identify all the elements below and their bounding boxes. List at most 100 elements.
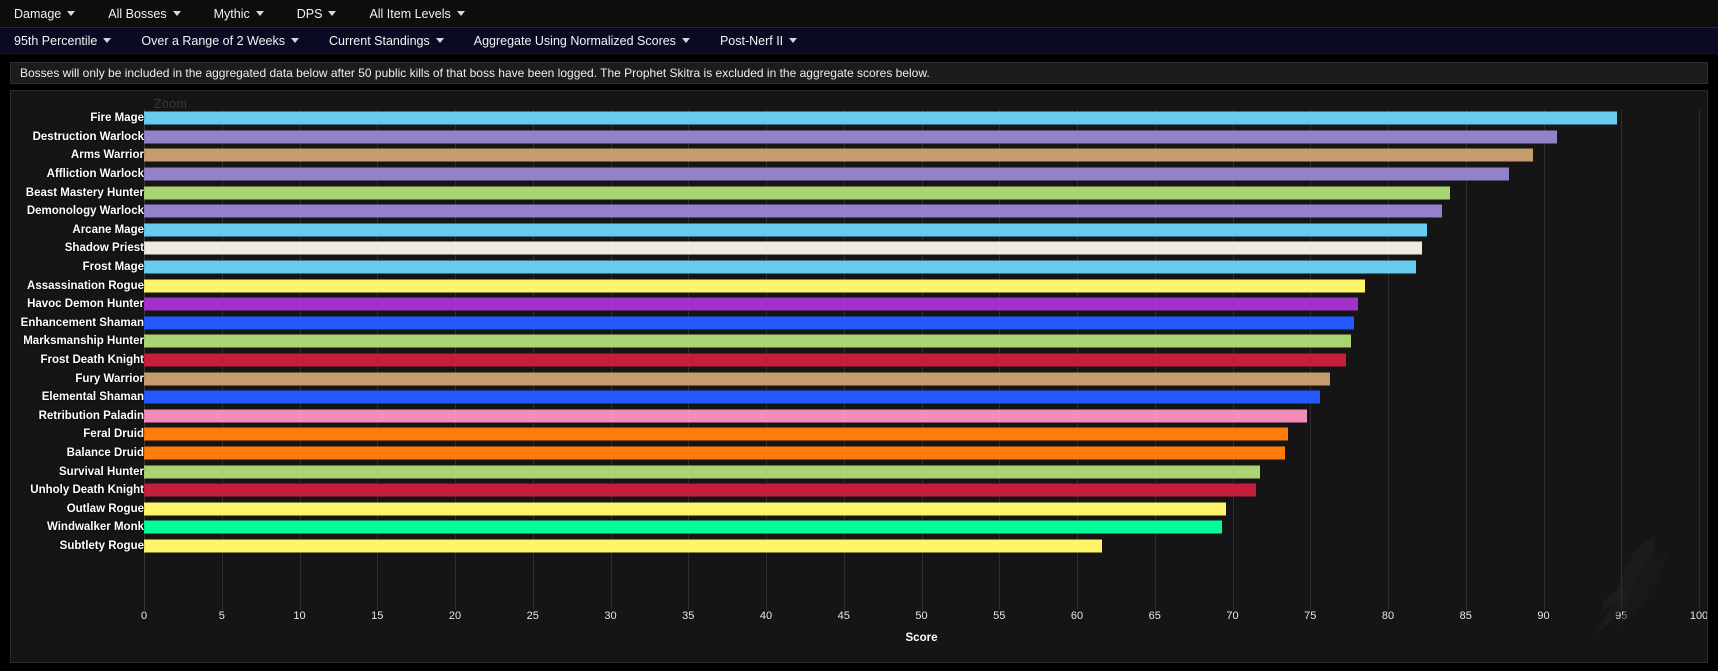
bar[interactable]	[144, 241, 1423, 255]
spec-label[interactable]: Fire Mage	[11, 112, 144, 124]
spec-label[interactable]: Havoc Demon Hunter	[11, 298, 144, 310]
spec-label[interactable]: Enhancement Shaman	[11, 317, 144, 329]
bar[interactable]	[144, 260, 1416, 274]
x-tick-label: 85	[1459, 610, 1472, 622]
bar[interactable]	[144, 334, 1351, 348]
spec-label[interactable]: Unholy Death Knight	[11, 484, 144, 496]
chart-row[interactable]: Frost Death Knight	[11, 351, 1707, 370]
bar[interactable]	[144, 483, 1256, 497]
spec-label[interactable]: Balance Druid	[11, 447, 144, 459]
filter-item-standings[interactable]: Current Standings	[329, 34, 444, 48]
chart-row[interactable]: Enhancement Shaman	[11, 314, 1707, 333]
x-tick-label: 100	[1689, 610, 1708, 622]
x-tick-label: 40	[759, 610, 773, 622]
menu-item-all-item-levels[interactable]: All Item Levels	[365, 3, 477, 25]
chart-row[interactable]: Havoc Demon Hunter	[11, 295, 1707, 314]
spec-label[interactable]: Marksmanship Hunter	[11, 335, 144, 347]
bar[interactable]	[144, 446, 1286, 460]
bar[interactable]	[144, 465, 1261, 479]
x-tick-label: 75	[1304, 610, 1317, 622]
spec-label[interactable]: Retribution Paladin	[11, 410, 144, 422]
chart-panel: Zoom Fire Mage Destruction Warlock Arms Wa…	[10, 90, 1708, 663]
chart-row[interactable]: Survival Hunter	[11, 462, 1707, 481]
chart-row[interactable]: Affliction Warlock	[11, 165, 1707, 184]
menu-item-dps[interactable]: DPS	[293, 3, 350, 25]
chart-row[interactable]: Demonology Warlock	[11, 202, 1707, 221]
bar[interactable]	[144, 130, 1558, 144]
spec-label[interactable]: Shadow Priest	[11, 242, 144, 254]
spec-label[interactable]: Arms Warrior	[11, 149, 144, 161]
bar[interactable]	[144, 111, 1617, 125]
spec-label[interactable]: Subtlety Rogue	[11, 540, 144, 552]
x-tick-label: 95	[1615, 610, 1628, 622]
chevron-down-icon	[255, 11, 264, 16]
spec-label[interactable]: Demonology Warlock	[11, 205, 144, 217]
chart-row[interactable]: Fury Warrior	[11, 369, 1707, 388]
chart-row[interactable]: Assassination Rogue	[11, 276, 1707, 295]
menu-item-damage[interactable]: Damage	[10, 3, 88, 25]
chart-row[interactable]: Arcane Mage	[11, 221, 1707, 240]
bar[interactable]	[144, 390, 1320, 404]
spec-label[interactable]: Feral Druid	[11, 428, 144, 440]
bar[interactable]	[144, 520, 1222, 534]
filter-item-time-range[interactable]: Over a Range of 2 Weeks	[141, 34, 299, 48]
filter-item-aggregation[interactable]: Aggregate Using Normalized Scores	[474, 34, 690, 48]
chart-row[interactable]: Frost Mage	[11, 258, 1707, 277]
chart-row[interactable]: Beast Mastery Hunter	[11, 183, 1707, 202]
bar[interactable]	[144, 353, 1346, 367]
bar[interactable]	[144, 186, 1451, 200]
chart-row[interactable]: Retribution Paladin	[11, 407, 1707, 426]
chart-row[interactable]: Outlaw Rogue	[11, 499, 1707, 518]
filter-item-percentile[interactable]: 95th Percentile	[14, 34, 112, 48]
spec-label[interactable]: Windwalker Monk	[11, 521, 144, 533]
spec-label[interactable]: Beast Mastery Hunter	[11, 187, 144, 199]
menu-item-all-bosses[interactable]: All Bosses	[104, 3, 193, 25]
bar[interactable]	[144, 539, 1102, 553]
chart-row[interactable]: Marksmanship Hunter	[11, 332, 1707, 351]
bar[interactable]	[144, 502, 1227, 516]
spec-label[interactable]: Arcane Mage	[11, 224, 144, 236]
spec-label[interactable]: Frost Mage	[11, 261, 144, 273]
bar[interactable]	[144, 316, 1354, 330]
bar[interactable]	[144, 167, 1510, 181]
x-tick-label: 65	[1148, 610, 1161, 622]
x-tick-label: 50	[915, 610, 928, 622]
bar[interactable]	[144, 427, 1289, 441]
spec-label[interactable]: Affliction Warlock	[11, 168, 144, 180]
chart-row[interactable]: Balance Druid	[11, 444, 1707, 463]
spec-label[interactable]: Frost Death Knight	[11, 354, 145, 366]
bar[interactable]	[144, 204, 1443, 218]
x-tick-label: 30	[604, 610, 617, 622]
spec-label[interactable]: Assassination Rogue	[11, 280, 144, 292]
chart-row[interactable]: Shadow Priest	[11, 239, 1707, 258]
chart-row[interactable]: Windwalker Monk	[11, 518, 1707, 537]
chart-row[interactable]: Fire Mage	[11, 109, 1707, 128]
chart-row[interactable]: Subtlety Rogue	[11, 537, 1707, 556]
bar[interactable]	[144, 409, 1308, 423]
bar[interactable]	[144, 297, 1359, 311]
chart-row[interactable]: Unholy Death Knight	[11, 481, 1707, 500]
chart-row[interactable]: Elemental Shaman	[11, 388, 1707, 407]
filter-item-patch[interactable]: Post-Nerf II	[720, 34, 798, 48]
x-tick-label: 35	[682, 610, 695, 622]
bar[interactable]	[144, 372, 1331, 386]
chevron-down-icon	[435, 38, 444, 43]
chart-row[interactable]: Arms Warrior	[11, 146, 1707, 165]
spec-label[interactable]: Elemental Shaman	[11, 391, 144, 403]
filter-item-label: Current Standings	[328, 33, 430, 48]
chart-row[interactable]: Destruction Warlock	[11, 128, 1707, 147]
spec-label[interactable]: Outlaw Rogue	[11, 503, 144, 515]
menu-item-label: Damage	[14, 6, 62, 21]
chart-row[interactable]: Feral Druid	[11, 425, 1707, 444]
x-axis: Score 0 5 10 15 20 25 30 35 40 45 50 55 60 65 70 75 80 85…	[11, 610, 1707, 662]
menu-item-mythic[interactable]: Mythic	[210, 3, 277, 25]
bar[interactable]	[144, 223, 1427, 237]
bar[interactable]	[144, 279, 1365, 293]
x-axis-label: Score	[905, 632, 938, 644]
x-tick-label: 10	[293, 610, 306, 622]
filter-item-label: Aggregate Using Normalized Scores	[473, 33, 676, 48]
spec-label[interactable]: Destruction Warlock	[11, 131, 144, 143]
spec-label[interactable]: Fury Warrior	[11, 373, 144, 385]
spec-label[interactable]: Survival Hunter	[11, 466, 144, 478]
bar[interactable]	[144, 148, 1533, 162]
